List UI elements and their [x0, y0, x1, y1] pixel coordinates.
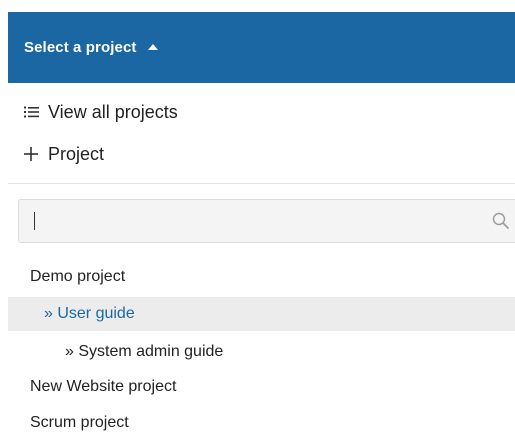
project-item-scrum-project[interactable]: Scrum project [8, 406, 515, 432]
project-item-system-admin-guide[interactable]: » System admin guide [8, 335, 515, 369]
new-project-link[interactable]: Project [8, 140, 104, 168]
plus-icon [22, 147, 40, 161]
divider [8, 183, 515, 184]
project-item-user-guide[interactable]: » User guide [8, 297, 515, 331]
project-search-input[interactable] [33, 200, 463, 242]
text-cursor [34, 212, 35, 230]
project-item-demo-project[interactable]: Demo project [8, 260, 515, 294]
project-item-label: » System admin guide [65, 343, 224, 360]
project-item-label: » User guide [44, 305, 135, 322]
list-icon [22, 106, 40, 118]
project-item-label: New Website project [30, 378, 177, 395]
project-selector: Select a project View all projects Proje… [0, 0, 515, 432]
view-all-projects-link[interactable]: View all projects [8, 98, 178, 126]
project-search-box[interactable] [18, 199, 515, 243]
select-project-toggle[interactable]: Select a project [8, 12, 515, 83]
select-project-label: Select a project [24, 39, 137, 56]
new-project-label: Project [48, 143, 105, 164]
project-item-label: Demo project [30, 268, 126, 285]
caret-up-icon [148, 43, 159, 50]
view-all-projects-label: View all projects [48, 101, 178, 122]
project-item-label: Scrum project [30, 414, 129, 431]
search-icon[interactable] [491, 211, 511, 231]
project-item-new-website-project[interactable]: New Website project [8, 370, 515, 404]
